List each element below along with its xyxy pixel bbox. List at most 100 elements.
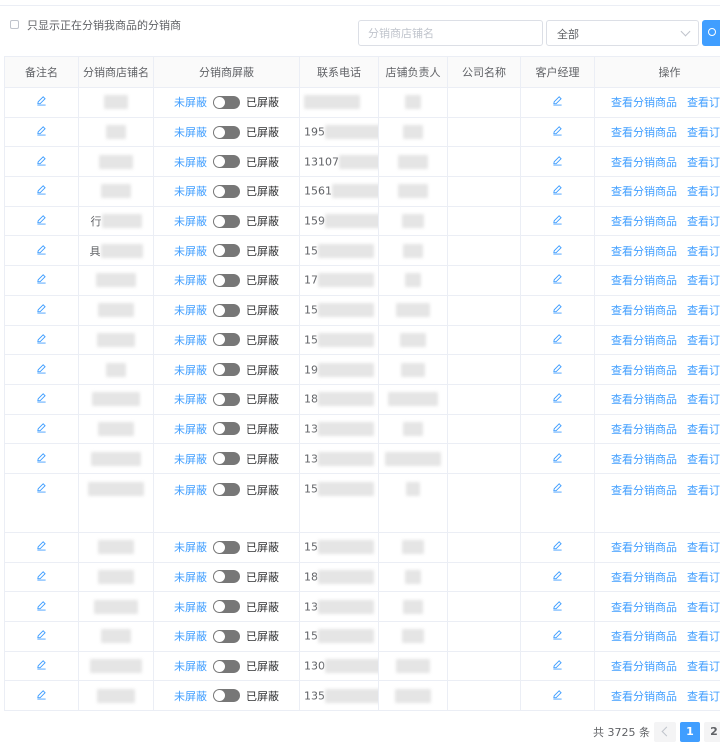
edit-manager-icon[interactable]: [552, 244, 563, 258]
view-products-link[interactable]: 查看分销商品: [611, 484, 677, 497]
view-orders-link[interactable]: 查看订单: [687, 126, 720, 139]
edit-manager-icon[interactable]: [552, 423, 563, 436]
view-orders-link[interactable]: 查看订单: [687, 660, 720, 673]
status-select[interactable]: 全部: [546, 20, 699, 46]
view-orders-link[interactable]: 查看订单: [687, 215, 720, 228]
edit-remark-icon[interactable]: [36, 96, 47, 109]
view-products-link[interactable]: 查看分销商品: [611, 364, 677, 377]
edit-manager-icon[interactable]: [552, 660, 563, 673]
prev-page-button[interactable]: [654, 722, 676, 742]
view-products-link[interactable]: 查看分销商品: [611, 393, 677, 406]
view-orders-link[interactable]: 查看订单: [687, 541, 720, 554]
edit-remark-icon[interactable]: [36, 452, 47, 466]
search-button[interactable]: [702, 20, 720, 46]
block-switch[interactable]: [213, 333, 240, 347]
view-orders-link[interactable]: 查看订单: [687, 96, 720, 109]
view-orders-link[interactable]: 查看订单: [687, 364, 720, 377]
edit-manager-icon[interactable]: [552, 393, 563, 406]
edit-manager-icon[interactable]: [552, 185, 563, 198]
edit-manager-icon[interactable]: [552, 126, 563, 139]
view-products-link[interactable]: 查看分销商品: [611, 541, 677, 554]
edit-manager-icon[interactable]: [552, 630, 563, 643]
edit-manager-icon[interactable]: [552, 334, 563, 347]
edit-remark-icon[interactable]: [36, 215, 47, 228]
block-switch[interactable]: [213, 452, 240, 466]
view-products-link[interactable]: 查看分销商品: [611, 274, 677, 287]
edit-remark-icon[interactable]: [36, 393, 47, 406]
edit-manager-icon[interactable]: [552, 363, 563, 377]
edit-remark-icon[interactable]: [36, 126, 47, 139]
edit-remark-icon[interactable]: [36, 541, 47, 554]
block-switch[interactable]: [213, 303, 240, 317]
edit-manager-icon[interactable]: [552, 541, 563, 554]
view-orders-link[interactable]: 查看订单: [687, 571, 720, 584]
block-switch[interactable]: [213, 422, 240, 436]
edit-remark-icon[interactable]: [36, 600, 47, 614]
block-switch[interactable]: [213, 629, 240, 643]
view-products-link[interactable]: 查看分销商品: [611, 215, 677, 228]
view-products-link[interactable]: 查看分销商品: [611, 423, 677, 436]
view-products-link[interactable]: 查看分销商品: [611, 185, 677, 198]
view-products-link[interactable]: 查看分销商品: [611, 690, 677, 703]
view-products-link[interactable]: 查看分销商品: [611, 96, 677, 109]
block-switch[interactable]: [213, 600, 240, 614]
edit-remark-icon[interactable]: [36, 304, 47, 317]
edit-remark-icon[interactable]: [36, 185, 47, 198]
block-switch[interactable]: [213, 155, 240, 169]
view-orders-link[interactable]: 查看订单: [687, 156, 720, 169]
view-products-link[interactable]: 查看分销商品: [611, 660, 677, 673]
edit-remark-icon[interactable]: [36, 363, 47, 377]
view-orders-link[interactable]: 查看订单: [687, 423, 720, 436]
edit-manager-icon[interactable]: [552, 304, 563, 317]
view-orders-link[interactable]: 查看订单: [687, 185, 720, 198]
block-switch[interactable]: [213, 95, 240, 109]
edit-remark-icon[interactable]: [36, 334, 47, 347]
edit-manager-icon[interactable]: [552, 571, 563, 584]
edit-manager-icon[interactable]: [552, 600, 563, 614]
view-products-link[interactable]: 查看分销商品: [611, 571, 677, 584]
block-switch[interactable]: [213, 659, 240, 673]
view-products-link[interactable]: 查看分销商品: [611, 334, 677, 347]
view-orders-link[interactable]: 查看订单: [687, 630, 720, 643]
view-products-link[interactable]: 查看分销商品: [611, 126, 677, 139]
block-switch[interactable]: [213, 273, 240, 287]
block-switch[interactable]: [213, 392, 240, 406]
view-orders-link[interactable]: 查看订单: [687, 484, 720, 497]
edit-remark-icon[interactable]: [36, 630, 47, 643]
edit-manager-icon[interactable]: [552, 274, 563, 287]
view-orders-link[interactable]: 查看订单: [687, 690, 720, 703]
view-orders-link[interactable]: 查看订单: [687, 274, 720, 287]
edit-manager-icon[interactable]: [552, 155, 563, 169]
block-switch[interactable]: [213, 570, 240, 584]
edit-remark-icon[interactable]: [36, 244, 47, 258]
view-orders-link[interactable]: 查看订单: [687, 453, 720, 466]
block-switch[interactable]: [213, 540, 240, 554]
page-1-button[interactable]: 1: [680, 722, 700, 742]
block-switch[interactable]: [213, 689, 240, 703]
block-switch[interactable]: [213, 184, 240, 198]
view-orders-link[interactable]: 查看订单: [687, 393, 720, 406]
view-products-link[interactable]: 查看分销商品: [611, 156, 677, 169]
view-products-link[interactable]: 查看分销商品: [611, 630, 677, 643]
edit-manager-icon[interactable]: [552, 452, 563, 466]
edit-remark-icon[interactable]: [36, 660, 47, 673]
page-2-button[interactable]: 2: [704, 722, 720, 742]
view-products-link[interactable]: 查看分销商品: [611, 601, 677, 614]
edit-remark-icon[interactable]: [36, 689, 47, 703]
edit-remark-icon[interactable]: [36, 423, 47, 436]
block-switch[interactable]: [213, 125, 240, 139]
block-switch[interactable]: [213, 214, 240, 228]
view-orders-link[interactable]: 查看订单: [687, 304, 720, 317]
edit-remark-icon[interactable]: [36, 155, 47, 169]
edit-remark-icon[interactable]: [36, 274, 47, 287]
edit-remark-icon[interactable]: [36, 571, 47, 584]
view-orders-link[interactable]: 查看订单: [687, 334, 720, 347]
block-switch[interactable]: [213, 363, 240, 377]
view-products-link[interactable]: 查看分销商品: [611, 245, 677, 258]
edit-manager-icon[interactable]: [552, 483, 563, 496]
only-active-label[interactable]: 只显示正在分销我商品的分销商: [27, 17, 181, 33]
view-products-link[interactable]: 查看分销商品: [611, 453, 677, 466]
view-products-link[interactable]: 查看分销商品: [611, 304, 677, 317]
only-active-checkbox[interactable]: [10, 20, 19, 29]
view-orders-link[interactable]: 查看订单: [687, 245, 720, 258]
